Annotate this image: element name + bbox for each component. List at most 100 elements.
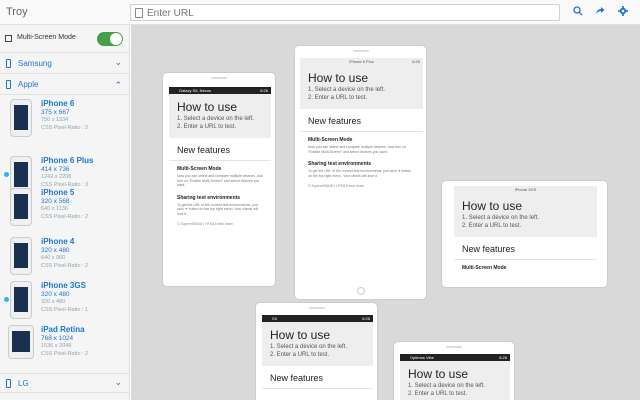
status-time: 6:26 (499, 355, 507, 360)
device-pixel-ratio: CSS Pixel-Ratio : 1 (41, 307, 89, 313)
status-bar: iPhone 3GS (454, 186, 597, 193)
preview-frame-galaxy[interactable]: Galaxy S5, Nexus 6:26 How to use 1. Selec… (162, 72, 276, 287)
footer: © SquirrelSAND | HTML5 tech team (177, 222, 234, 227)
how-title: How to use (462, 199, 523, 213)
preview-canvas: Galaxy S5, Nexus 6:26 How to use 1. Selec… (131, 25, 640, 400)
how-line-1: 1. Select a device on the left. (177, 116, 255, 122)
multi-screen-toggle[interactable] (97, 32, 123, 46)
feature-multi-screen: Multi-Screen Mode Now you can select and… (169, 161, 271, 190)
device-resolution: 768 x 1024 (41, 335, 74, 342)
device-screen: iPhone 3GS How to use 1. Select a device… (454, 186, 597, 284)
status-text: Galaxy S5, Nexus (179, 88, 212, 93)
group-label: Apple (18, 80, 39, 89)
chevron-down-icon: ⌄ (114, 57, 122, 67)
device-resolution: 320 x 480 (41, 247, 70, 254)
device-screen: iPhone 6 Plus 6:26 How to use 1. Select a… (300, 58, 423, 278)
speaker (352, 50, 369, 52)
url-box[interactable] (130, 4, 560, 21)
device-resolution: 320 x 480 (41, 291, 70, 298)
feature-head: Sharing test environments (177, 194, 241, 201)
device-name: iPhone 3GS (41, 281, 86, 290)
group-label: LG (18, 379, 29, 388)
how-to-use-section: How to use 1. Select a device on the lef… (262, 322, 373, 366)
how-title: How to use (270, 328, 331, 342)
feature-multi-screen: Multi-Screen Mode Now you can select and… (300, 132, 423, 156)
status-time: 6:26 (412, 59, 420, 64)
status-text: S3 (272, 316, 277, 321)
phone-icon (6, 59, 11, 68)
multi-screen-row: Multi-Screen Mode (0, 25, 129, 53)
preview-frame-s3[interactable]: S3 6:26 How to use 1. Select a device on … (255, 302, 378, 400)
device-name: iPhone 5 (41, 188, 75, 197)
forward-icon[interactable] (593, 6, 607, 20)
status-time: 6:26 (362, 316, 370, 321)
feature-head: Multi-Screen Mode (177, 166, 222, 172)
preview-frame-optimus-vibe[interactable]: Optimus Vibe 6:26 How to use 1. Select a … (393, 341, 515, 400)
feature-head: Multi-Screen Mode (308, 137, 353, 143)
device-resolution: 414 x 736 (41, 166, 70, 173)
how-line-1: 1. Select a device on the left. (270, 344, 348, 350)
device-ipad-retina[interactable]: iPad Retina 768 x 1024 1536 x 2048 CSS P… (0, 323, 129, 367)
how-line-1: 1. Select a device on the left. (408, 383, 486, 389)
device-image (8, 325, 34, 359)
device-physical-resolution: 750 x 1334 (41, 117, 69, 123)
sidebar: Multi-Screen Mode Samsung ⌄ Apple ⌃ iPho… (0, 25, 130, 400)
status-time: 6:26 (260, 88, 268, 93)
device-iphone-3gs[interactable]: iPhone 3GS 320 x 480 320 x 480 CSS Pixel… (0, 279, 129, 323)
how-line-2: 2. Enter a URL to test. (177, 124, 237, 130)
status-text: iPhone 6 Plus (349, 59, 374, 64)
preview-frame-iphone-6-plus[interactable]: iPhone 6 Plus 6:26 How to use 1. Select a… (294, 45, 427, 300)
group-apple[interactable]: Apple ⌃ (0, 75, 129, 95)
how-line-2: 2. Enter a URL to test. (308, 95, 368, 101)
feature-head: Multi-Screen Mode (462, 265, 507, 271)
device-pixel-ratio: CSS Pixel-Ratio : 2 (41, 125, 89, 131)
device-pixel-ratio: CSS Pixel-Ratio : 2 (41, 214, 89, 220)
how-to-use-section: How to use 1. Select a device on the lef… (169, 94, 271, 138)
device-physical-resolution: 1242 x 2208 (41, 174, 72, 180)
status-bar: Optimus Vibe 6:26 (400, 354, 510, 361)
status-bar: iPhone 6 Plus 6:26 (300, 58, 423, 65)
device-iphone-4[interactable]: iPhone 4 320 x 480 640 x 960 CSS Pixel-R… (0, 235, 129, 279)
device-screen: S3 6:26 How to use 1. Select a device on … (262, 315, 373, 400)
page-icon (135, 8, 143, 18)
speaker (308, 307, 325, 309)
active-indicator (4, 297, 9, 302)
feature-text: To get the URL of the current test envir… (308, 169, 412, 178)
device-image (10, 188, 32, 226)
how-line-2: 2. Enter a URL to test. (408, 391, 468, 397)
search-icon[interactable] (571, 6, 585, 20)
device-name: iPad Retina (41, 325, 85, 334)
device-name: iPhone 4 (41, 237, 75, 246)
group-samsung[interactable]: Samsung ⌄ (0, 54, 129, 74)
device-physical-resolution: 640 x 960 (41, 255, 66, 261)
device-image (10, 237, 32, 275)
device-physical-resolution: 1536 x 2048 (41, 343, 72, 349)
new-features-title: New features (300, 109, 423, 132)
device-iphone-5[interactable]: iPhone 5 320 x 568 640 x 1136 CSS Pixel-… (0, 186, 129, 230)
device-resolution: 375 x 667 (41, 109, 70, 116)
device-iphone-6[interactable]: iPhone 6 375 x 667 750 x 1334 CSS Pixel-… (0, 97, 129, 141)
multi-screen-icon (5, 35, 12, 42)
feature-sharing: Sharing test environments To get the URL… (169, 190, 271, 219)
device-name: iPhone 6 Plus (41, 156, 94, 165)
feature-text: To get the URL of the current test envir… (177, 202, 259, 216)
how-to-use-section: How to use 1. Select a device on the lef… (400, 361, 510, 400)
url-input[interactable] (147, 6, 552, 20)
feature-sharing: Sharing test environments To get the URL… (300, 156, 423, 180)
speaker (446, 346, 462, 348)
group-lg[interactable]: LG ⌄ (0, 373, 129, 393)
group-label: Samsung (18, 59, 52, 68)
status-text: Optimus Vibe (410, 355, 434, 360)
how-line-1: 1. Select a device on the left. (462, 215, 540, 221)
preview-frame-iphone-3gs[interactable]: iPhone 3GS How to use 1. Select a device… (441, 180, 608, 288)
device-pixel-ratio: CSS Pixel-Ratio : 2 (41, 263, 89, 269)
speaker (211, 77, 227, 79)
how-to-use-section: How to use 1. Select a device on the lef… (300, 65, 423, 109)
top-bar: Troy (0, 0, 640, 25)
how-line-2: 2. Enter a URL to test. (462, 223, 522, 229)
new-features-title: New features (262, 366, 373, 389)
new-features-title: New features (169, 138, 271, 161)
gear-icon[interactable] (616, 6, 630, 20)
how-line-1: 1. Select a device on the left. (308, 87, 386, 93)
device-physical-resolution: 640 x 1136 (41, 206, 68, 212)
